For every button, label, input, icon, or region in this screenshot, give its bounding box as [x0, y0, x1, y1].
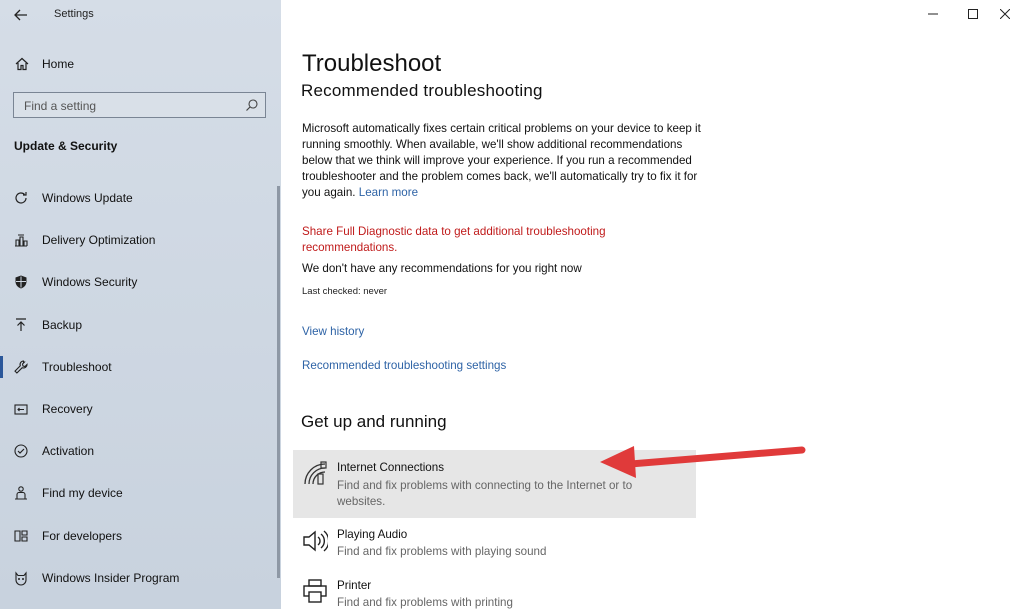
sidebar-item-windows-security[interactable]: Windows Security: [0, 270, 281, 312]
get-up-and-running-heading: Get up and running: [301, 412, 447, 431]
sidebar-nav: Windows Update Delivery Optimization Win…: [0, 186, 281, 608]
sidebar: Settings Home Find a setting Update & Se…: [0, 0, 281, 609]
developer-tools-icon: [14, 529, 28, 542]
shield-icon: [15, 275, 27, 289]
search-icon[interactable]: [245, 98, 259, 112]
home-label: Home: [42, 57, 75, 71]
sidebar-item-label: Delivery Optimization: [42, 233, 156, 248]
recommended-heading: Recommended troubleshooting: [301, 81, 543, 100]
last-checked-text: Last checked: never: [302, 286, 388, 297]
sidebar-item-windows-update[interactable]: Windows Update: [0, 186, 281, 228]
insider-cat-icon: [15, 571, 27, 586]
sidebar-item-label: Recovery: [42, 401, 93, 416]
troubleshooter-printer[interactable]: Printer Find and fix problems with print…: [293, 571, 696, 609]
search-placeholder: Find a setting: [24, 99, 97, 113]
selected-indicator: [0, 355, 3, 378]
sidebar-item-for-developers[interactable]: For developers: [0, 524, 281, 566]
back-button[interactable]: [10, 5, 32, 25]
main-content: Troubleshoot Recommended troubleshooting…: [281, 0, 1024, 609]
sidebar-item-windows-insider-program[interactable]: Windows Insider Program: [0, 566, 281, 608]
sidebar-item-label: Activation: [42, 444, 95, 459]
diagnostic-data-link[interactable]: Share Full Diagnostic data to get additi…: [302, 224, 662, 256]
troubleshooter-desc: Find and fix problems with connecting to…: [337, 479, 633, 508]
page-title: Troubleshoot: [302, 50, 442, 77]
check-circle-icon: [14, 444, 28, 458]
home-icon: [15, 57, 29, 71]
recommended-settings-link[interactable]: Recommended troubleshooting settings: [302, 359, 506, 372]
title-bar: Settings: [0, 0, 281, 30]
person-pin-icon: [15, 486, 27, 500]
sidebar-item-recovery[interactable]: Recovery: [0, 397, 281, 439]
section-title: Update & Security: [14, 139, 118, 153]
sidebar-item-find-my-device[interactable]: Find my device: [0, 481, 281, 523]
sidebar-item-label: Windows Update: [42, 191, 133, 205]
description: Microsoft automatically fixes certain cr…: [302, 121, 702, 201]
sidebar-item-label: Windows Insider Program: [42, 570, 180, 585]
no-recommendations-text: We don't have any recommendations for yo…: [302, 262, 582, 275]
wifi-signal-icon: [304, 461, 327, 485]
sidebar-item-activation[interactable]: Activation: [0, 439, 281, 481]
troubleshooter-name: Playing Audio: [337, 528, 408, 541]
back-arrow-icon: [14, 9, 27, 21]
search-input[interactable]: Find a setting: [13, 92, 266, 118]
speaker-icon: [303, 530, 328, 552]
sidebar-home[interactable]: Home: [0, 52, 281, 76]
troubleshooter-playing-audio[interactable]: Playing Audio Find and fix problems with…: [293, 520, 696, 564]
sidebar-item-troubleshoot[interactable]: Troubleshoot: [0, 355, 281, 397]
sidebar-scrollbar[interactable]: [277, 186, 280, 578]
refresh-icon: [15, 192, 27, 204]
troubleshooter-desc: Find and fix problems with printing: [337, 596, 513, 609]
recovery-icon: [14, 404, 28, 415]
printer-icon: [303, 579, 327, 603]
backup-upload-icon: [16, 317, 26, 331]
troubleshooter-name: Printer: [337, 579, 372, 592]
troubleshooter-desc: Find and fix problems with playing sound: [337, 545, 547, 558]
sidebar-item-backup[interactable]: Backup: [0, 313, 281, 355]
sidebar-item-label: Find my device: [42, 486, 123, 501]
sidebar-item-label: Backup: [42, 317, 83, 332]
sidebar-item-label: Troubleshoot: [42, 359, 112, 374]
sidebar-item-delivery-optimization[interactable]: Delivery Optimization: [0, 228, 281, 270]
troubleshooter-name: Internet Connections: [337, 461, 444, 474]
delivery-optimization-icon: [15, 234, 28, 247]
learn-more-link[interactable]: Learn more: [359, 186, 418, 199]
sidebar-item-label: Windows Security: [42, 275, 138, 290]
view-history-link[interactable]: View history: [302, 325, 364, 338]
app-title: Settings: [54, 8, 94, 20]
wrench-icon: [14, 360, 28, 374]
sidebar-item-label: For developers: [42, 528, 123, 543]
annotation-arrow: [600, 446, 806, 478]
